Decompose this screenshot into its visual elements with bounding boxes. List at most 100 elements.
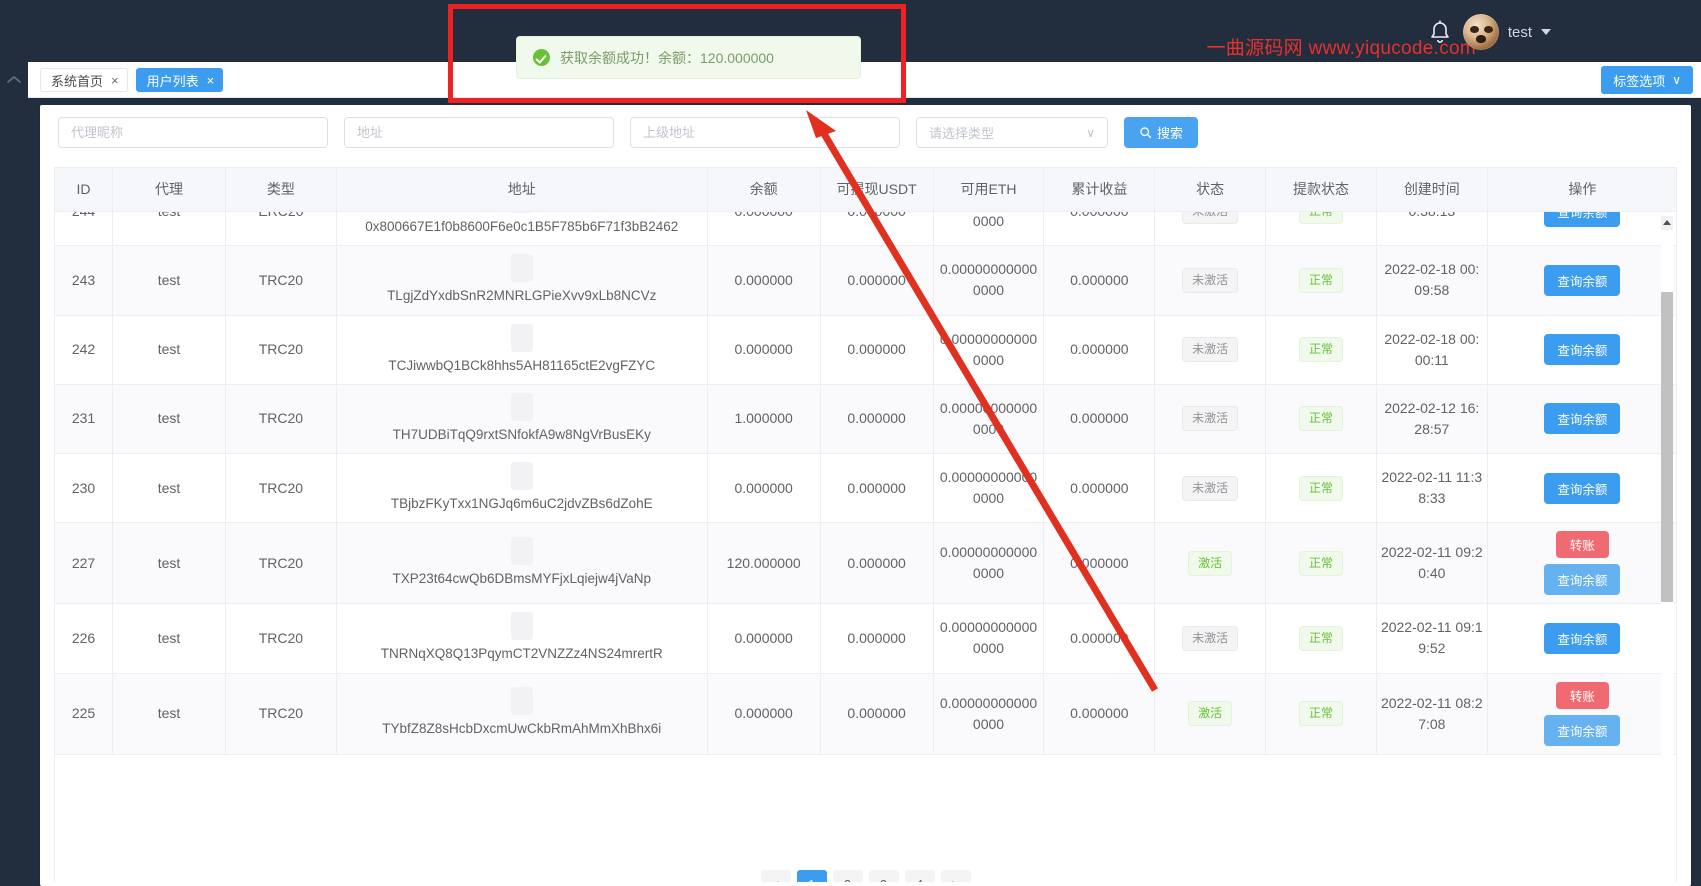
tag-options-label: 标签选项 — [1613, 73, 1666, 89]
cell-profit: 0.000000 — [1043, 211, 1156, 247]
cell-withdraw-status: 正常 — [1265, 384, 1377, 455]
cell-usdt: 0.000000 — [820, 522, 934, 605]
close-icon[interactable]: × — [111, 74, 119, 87]
cell-created-time: 2022-02-12 16:28:57 — [1376, 384, 1488, 455]
page-button-2[interactable]: 2 — [832, 870, 863, 882]
table-body: 244testERC200x800667E1f0b8600F6e0c1B5F78… — [55, 211, 1676, 755]
table-row: 244testERC20 0x800667E1f0b8600F6e0c1B5F78… — [55, 211, 1676, 247]
close-icon[interactable]: × — [207, 74, 215, 87]
address-text: TYbfZ8Z8sHcbDxcmUwCkbRmAhMmXhBhx6i — [382, 721, 662, 737]
tab-strip: 系统首页 × 用户列表 × 标签选项 ∨ — [28, 62, 1701, 98]
cell-agent: test — [112, 603, 226, 674]
agent-nickname-field[interactable] — [58, 117, 328, 148]
cell-type: TRC20 — [225, 603, 337, 674]
query-balance-button[interactable]: 查询余额 — [1544, 211, 1621, 227]
qr-code-icon[interactable] — [510, 462, 533, 490]
tab-label: 用户列表 — [146, 73, 199, 89]
parent-address-field[interactable] — [630, 117, 900, 148]
bell-icon[interactable] — [1426, 17, 1454, 49]
cell-status: 激活 — [1154, 673, 1267, 755]
table-row: 243 test TRC20 TLgjZdYxdbSnR2MNRLGPieXvv9xL… — [55, 245, 1676, 316]
cell-usdt: 0.000000 — [820, 384, 934, 455]
qr-code-icon[interactable] — [510, 687, 533, 716]
cell-agent: test — [112, 245, 226, 316]
cell-actions: 查询余额 — [1487, 453, 1676, 524]
scrollbar-track[interactable] — [1661, 230, 1673, 841]
success-toast: 获取余额成功！余额：120.000000 — [516, 36, 861, 79]
cell-type: TRC20 — [225, 384, 337, 455]
column-header-4: 余额 — [707, 168, 821, 212]
search-button[interactable]: 搜索 — [1124, 117, 1199, 148]
cell-balance: 0.000000 — [707, 245, 821, 316]
column-header-1: 代理 — [112, 168, 226, 212]
cell-balance: 0.000000 — [707, 673, 821, 755]
cell-created-time: 2022-02-18 00:09:58 — [1376, 245, 1488, 316]
type-select[interactable]: 请选择类型 ∨ — [916, 117, 1108, 148]
cell-created-time: 0:38:13 — [1376, 211, 1488, 247]
cell-eth: 0.000000000000000 — [933, 211, 1045, 247]
cell-actions: 查询余额 — [1487, 315, 1676, 385]
cell-agent: test — [112, 453, 226, 524]
address-input[interactable] — [357, 125, 601, 140]
transfer-button[interactable]: 转账 — [1555, 681, 1609, 709]
tag-options-button[interactable]: 标签选项 ∨ — [1601, 66, 1693, 94]
cell-status: 激活 — [1154, 522, 1267, 605]
chevron-down-icon: ∨ — [1672, 73, 1681, 87]
agent-nickname-input[interactable] — [71, 125, 315, 140]
cell-balance: 120.000000 — [707, 522, 821, 605]
cell-agent: test — [112, 315, 226, 385]
query-balance-button[interactable]: 查询余额 — [1544, 264, 1621, 296]
status-badge: 未激活 — [1182, 267, 1239, 293]
cell-address: TXP23t64cwQb6DBmsMYFjxLqiejw4jVaNp — [336, 522, 708, 605]
query-balance-button[interactable]: 查询余额 — [1544, 472, 1621, 504]
user-table: ID代理类型地址余额可提现USDT可用ETH累计收益状态提款状态创建时间操作 2… — [54, 167, 1677, 882]
query-balance-button[interactable]: 查询余额 — [1544, 403, 1621, 435]
status-badge: 未激活 — [1182, 406, 1239, 432]
cell-eth: 0.000000000000000 — [933, 453, 1045, 524]
user-menu[interactable]: test — [1462, 14, 1551, 50]
cell-type: TRC20 — [225, 673, 337, 755]
cell-balance: 0.000000 — [707, 315, 821, 385]
cell-created-time: 2022-02-18 00:00:11 — [1376, 315, 1488, 385]
qr-code-icon[interactable] — [510, 392, 533, 421]
query-balance-button[interactable]: 查询余额 — [1544, 714, 1621, 746]
page-button->[interactable]: > — [940, 870, 971, 882]
column-header-8: 状态 — [1154, 168, 1267, 212]
address-text: TH7UDBiTqQ9rxtSNfokfA9w8NgVrBusEKy — [392, 426, 651, 442]
parent-address-input[interactable] — [643, 125, 887, 140]
table-scrollbar[interactable] — [1661, 216, 1673, 841]
withdraw-status-badge: 正常 — [1298, 701, 1343, 726]
cell-profit: 0.000000 — [1043, 603, 1156, 674]
scrollbar-thumb[interactable] — [1661, 292, 1673, 602]
qr-code-icon[interactable] — [510, 254, 533, 283]
cell-eth: 0.000000000000000 — [933, 603, 1045, 674]
qr-code-icon[interactable] — [510, 323, 533, 352]
qr-code-icon[interactable] — [510, 612, 533, 641]
cell-usdt: 0.000000 — [820, 453, 934, 524]
cell-agent: test — [112, 211, 226, 247]
address-field[interactable] — [344, 117, 614, 148]
withdraw-status-badge: 正常 — [1298, 625, 1343, 651]
query-balance-button[interactable]: 查询余额 — [1544, 564, 1621, 596]
cell-agent: test — [112, 384, 226, 455]
page-button-<[interactable]: < — [760, 870, 791, 882]
scroll-up-arrow-icon[interactable] — [1661, 216, 1673, 230]
cell-actions: 查询余额 — [1487, 211, 1676, 247]
page-button-4[interactable]: 4 — [904, 870, 935, 882]
app-root: 一曲源码网 www.yiqucode.com test 系统首页 × 用户列表 … — [0, 0, 1701, 886]
cell-withdraw-status: 正常 — [1265, 603, 1377, 674]
cell-id: 243 — [55, 245, 114, 316]
query-balance-button[interactable]: 查询余额 — [1544, 622, 1621, 654]
page-button-1[interactable]: 1 — [796, 870, 827, 882]
qr-code-icon[interactable] — [510, 537, 533, 566]
tab-system-home[interactable]: 系统首页 × — [40, 68, 128, 92]
sidebar-collapse-icon[interactable] — [4, 70, 24, 90]
column-header-0: ID — [55, 168, 114, 212]
cell-profit: 0.000000 — [1043, 245, 1156, 316]
transfer-button[interactable]: 转账 — [1555, 531, 1609, 559]
cell-id: 225 — [55, 673, 114, 755]
tab-user-list[interactable]: 用户列表 × — [135, 68, 224, 92]
page-button-3[interactable]: 3 — [868, 870, 899, 882]
query-balance-button[interactable]: 查询余额 — [1544, 334, 1621, 366]
cell-address: TCJiwwbQ1BCk8hhs5AH81165ctE2vgFZYC — [336, 315, 708, 385]
